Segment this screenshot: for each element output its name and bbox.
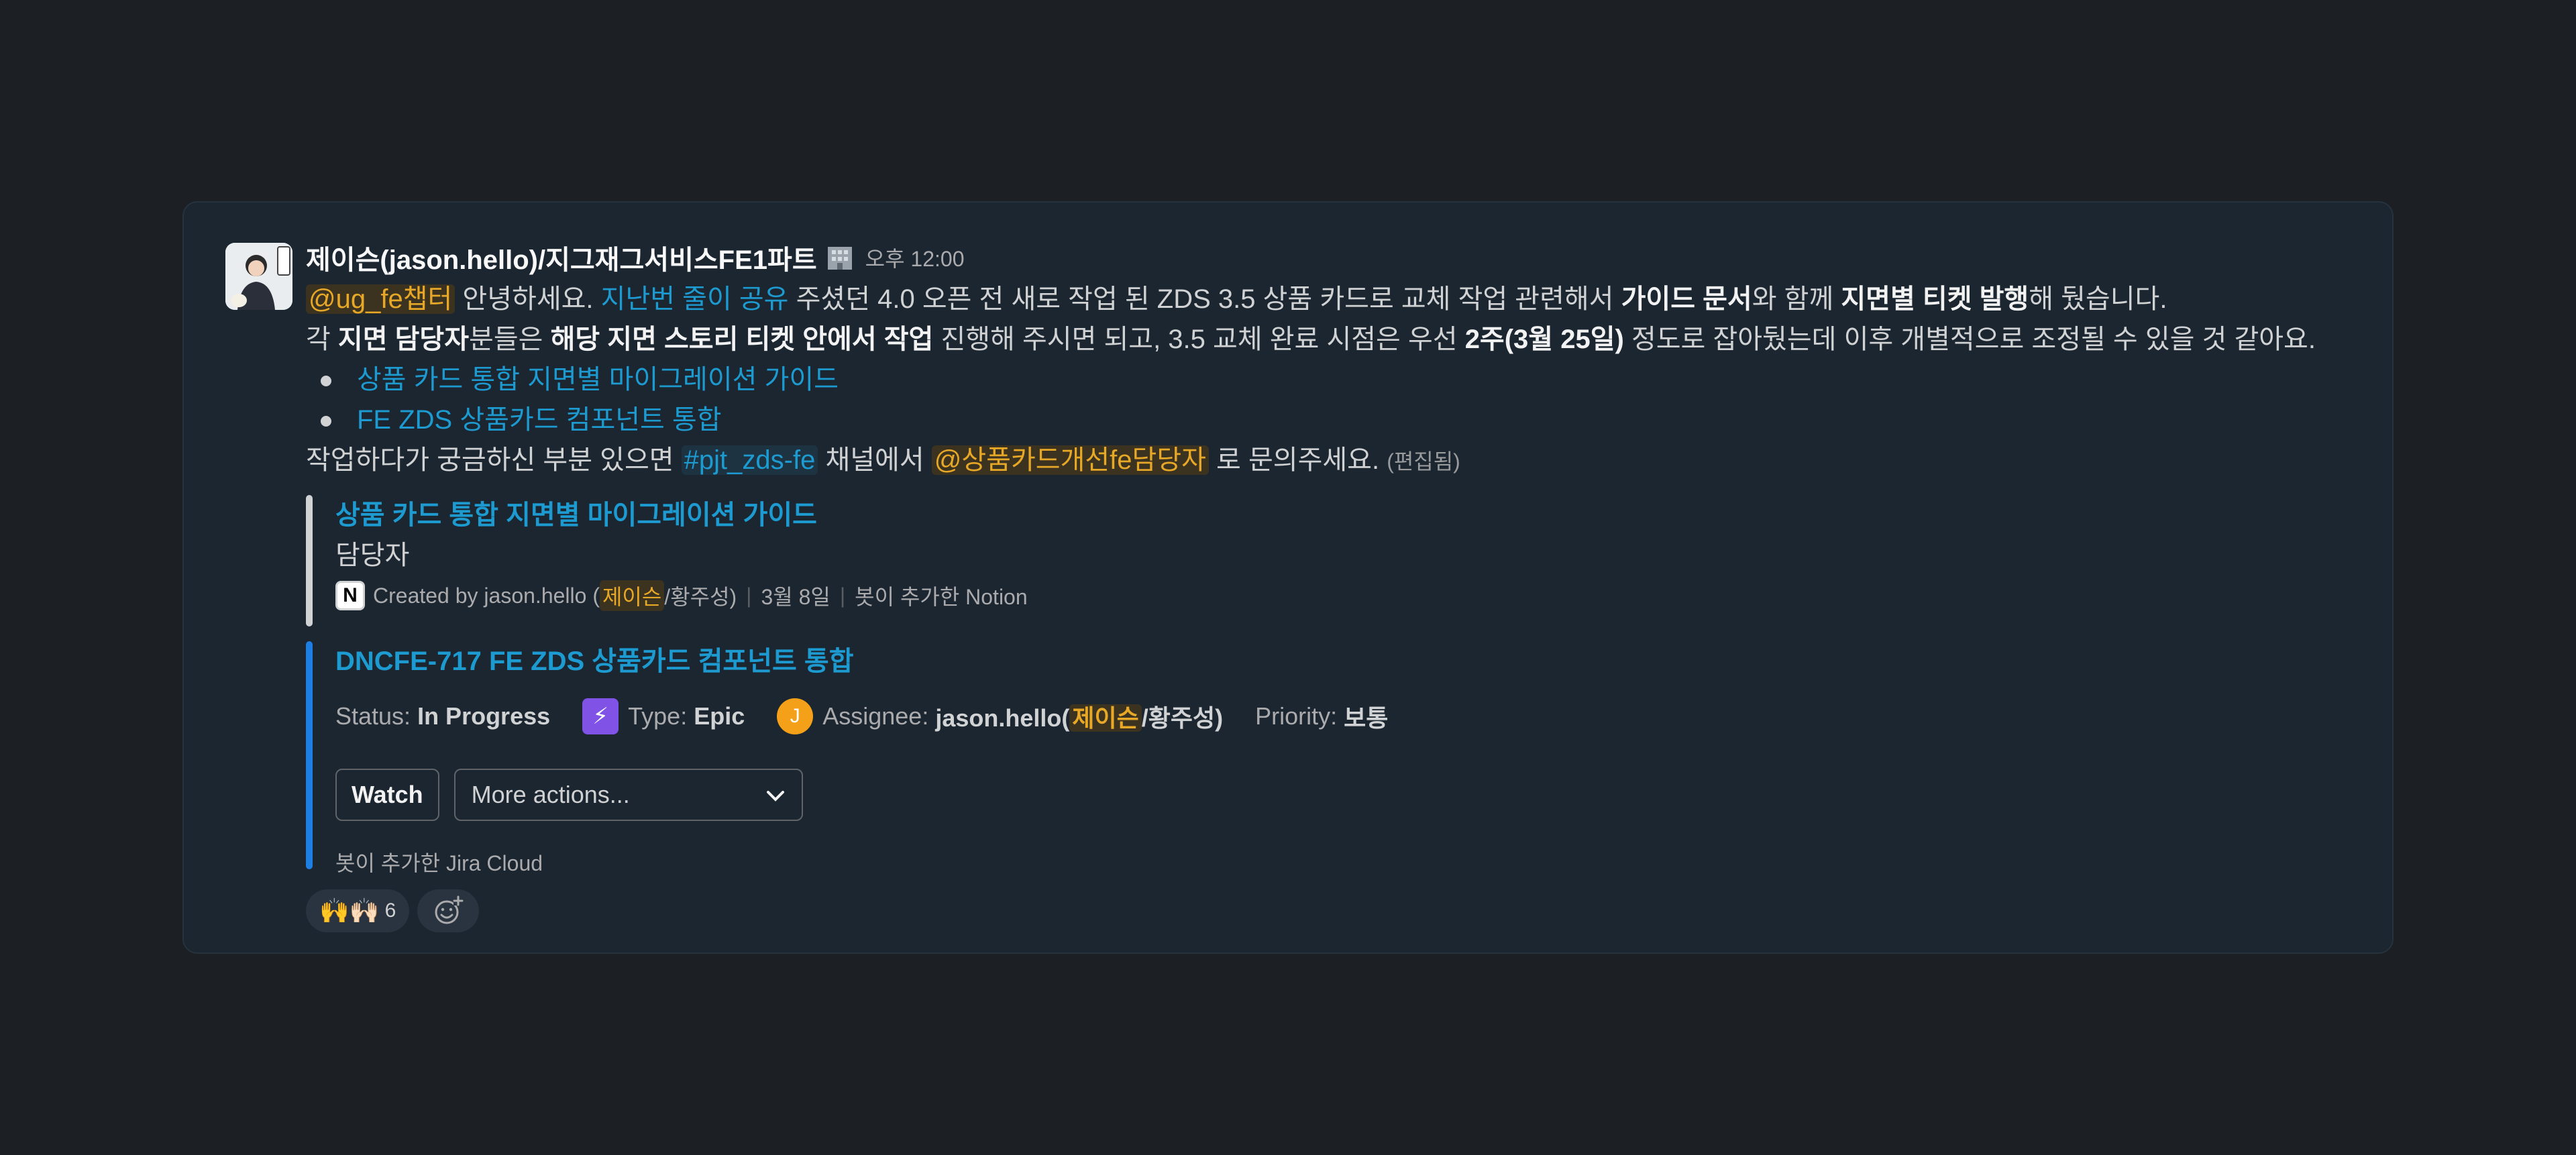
message-line-2: 각 지면 담당자분들은 해당 지면 스토리 티켓 안에서 작업 진행해 주시면 … [306,319,2352,360]
jira-attachment: DNCFE-717 FE ZDS 상품카드 컴포넌트 통합 Status: In… [306,641,2352,875]
bold-text: 지면별 티켓 발행 [1841,284,2029,314]
text: 진행해 주시면 되고, 3.5 교체 완료 시점은 우선 [933,325,1465,354]
priority-field: Priority: 보통 [1255,699,1388,734]
name-highlight: 제이슨 [1069,704,1142,732]
text: 분들은 [469,325,551,354]
text: 안녕하세요. [455,284,601,314]
text: 와 함께 [1752,284,1841,314]
select-value: More actions... [471,781,630,808]
created-by-text: Created by jason.hello ( [373,583,600,608]
reaction-pill[interactable]: 🙌🙌🏻 6 [306,889,410,932]
assignee-value: jason.hello(제이슨/황주성) [935,699,1223,734]
assignee-text: /황주성) [1141,704,1224,732]
message-card: 제이슨(jason.hello)/지그재그서비스FE1파트 오후 12:00 @… [182,201,2394,954]
message-time[interactable]: 오후 12:00 [865,242,965,273]
separator: | [746,583,752,608]
separator: | [839,583,846,608]
building-icon [825,244,855,271]
sender-name[interactable]: 제이슨(jason.hello)/지그재그서비스FE1파트 [306,238,817,277]
jira-actions: Watch More actions... [335,769,2352,821]
text: 채널에서 [818,445,932,475]
bold-text: 지면 담당자 [337,325,470,354]
field-label: Priority: [1255,702,1338,730]
status-value: In Progress [417,702,551,730]
notion-date: 3월 8일 [761,585,830,609]
text: 정도로 잡아뒀는데 이후 개별적으로 조정될 수 있을 것 같아요. [1623,325,2316,354]
field-label: Type: [628,702,688,730]
guide-link[interactable]: 상품 카드 통합 지면별 마이그레이션 가이드 [357,365,839,394]
ticket-link[interactable]: FE ZDS 상품카드 컴포넌트 통합 [357,405,722,435]
watch-button[interactable]: Watch [335,769,439,821]
assignee-avatar: J [777,698,814,734]
user-group-mention[interactable]: @ug_fe챕터 [306,284,455,314]
notion-footer: N Created by jason.hello (제이슨/황주성) | 3월 … [335,575,2352,616]
list-item: FE ZDS 상품카드 컴포넌트 통합 [306,400,2352,440]
text: 해 뒀습니다. [2029,284,2167,314]
text: 작업하다가 궁금하신 부분 있으면 [306,445,682,475]
text: 로 문의주세요. [1208,445,1387,475]
lightning-icon: ⚡ [582,698,619,734]
notion-body: 담당자 [335,541,410,570]
notion-title-link[interactable]: 상품 카드 통합 지면별 마이그레이션 가이드 [335,495,2352,535]
attachment-bar [306,641,313,869]
edited-label: (편집됨) [1387,449,1460,474]
user-avatar[interactable] [225,243,292,310]
reactions-bar: 🙌🙌🏻 6 [306,889,2352,932]
notion-source: 봇이 추가한 Notion [855,585,1028,609]
user-group-mention[interactable]: @상품카드개선fe담당자 [931,445,1209,475]
message-line-1: @ug_fe챕터 안녕하세요. 지난번 줄이 공유 주셨던 4.0 오픈 전 새… [306,279,2352,319]
chevron-down-icon [765,781,786,809]
type-field: ⚡ Type: Epic [582,698,745,734]
created-by-text: /황주성) [664,585,737,609]
field-label: Status: [335,702,411,730]
raised-hands-icon: 🙌🙌🏻 [319,897,380,924]
list-item: 상품 카드 통합 지면별 마이그레이션 가이드 [306,360,2352,400]
more-actions-select[interactable]: More actions... [453,769,803,821]
text: 각 [306,325,338,354]
message-line-3: 작업하다가 궁금하신 부분 있으면 #pjt_zds-fe 채널에서 @상품카드… [306,440,2352,482]
type-value: Epic [694,702,745,730]
assignee-text: jason.hello( [935,704,1070,732]
jira-source: 봇이 추가한 Jira Cloud [335,851,543,875]
bold-text: 2주(3월 25일) [1464,325,1624,354]
jira-fields: Status: In Progress ⚡ Type: Epic J Assig… [335,688,2352,745]
status-field: Status: In Progress [335,702,550,730]
notion-attachment: 상품 카드 통합 지면별 마이그레이션 가이드 담당자 N Created by… [306,495,2352,626]
field-label: Assignee: [822,702,929,730]
reaction-count: 6 [384,899,396,922]
bold-text: 가이드 문서 [1621,284,1752,314]
attachment-bar [306,495,313,626]
add-reaction-button[interactable] [417,889,480,932]
channel-link[interactable]: #pjt_zds-fe [681,445,818,475]
text: 주셨던 4.0 오픈 전 새로 작업 된 ZDS 3.5 상품 카드로 교체 작… [788,284,1621,314]
notion-icon: N [335,581,365,610]
add-emoji-icon [435,895,464,924]
assignee-field: J Assignee: jason.hello(제이슨/황주성) [777,698,1223,734]
bold-text: 해당 지면 스토리 티켓 안에서 작업 [550,325,934,354]
jira-issue-link[interactable]: DNCFE-717 FE ZDS 상품카드 컴포넌트 통합 [335,641,2352,681]
priority-value: 보통 [1344,704,1389,732]
inline-link[interactable]: 지난번 줄이 공유 [601,284,789,314]
bullet-list: 상품 카드 통합 지면별 마이그레이션 가이드 FE ZDS 상품카드 컴포넌트… [306,360,2352,440]
name-highlight: 제이슨 [599,580,665,611]
